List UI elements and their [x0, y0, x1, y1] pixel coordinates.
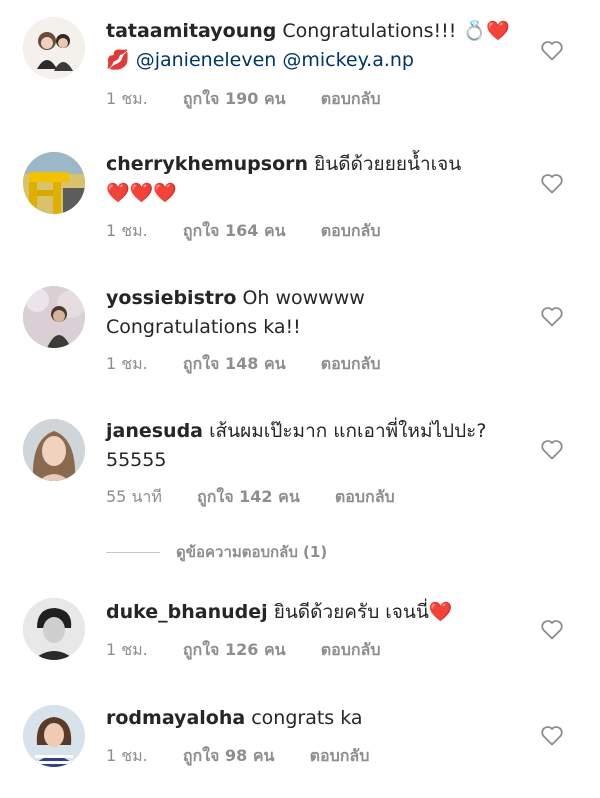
reply-button[interactable]: ตอบกลับ — [321, 89, 381, 108]
reply-button[interactable]: ตอบกลับ — [321, 221, 381, 240]
comment-text-line2: Congratulations ka!! — [106, 316, 301, 338]
comment-body: cherrykhemupsorn ยินดีด้วยยยน้ำเจน ❤️❤️❤… — [106, 150, 526, 208]
avatar[interactable] — [23, 152, 85, 214]
comment-time: 1 ชม. — [106, 89, 148, 108]
heart-outline-icon[interactable] — [540, 39, 564, 61]
comment-meta: 1 ชม. ถูกใจ 98 คน ตอบกลับ — [106, 744, 399, 769]
comment-likes[interactable]: ถูกใจ 142 คน — [197, 487, 300, 506]
comment-likes[interactable]: ถูกใจ 164 คน — [183, 221, 286, 240]
avatar[interactable] — [23, 705, 85, 767]
comment-body: duke_bhanudej ยินดีด้วยครับ เจนนี่❤️ — [106, 598, 526, 627]
heart-outline-icon[interactable] — [540, 438, 564, 460]
comment-username[interactable]: cherrykhemupsorn — [106, 153, 308, 175]
heart-outline-icon[interactable] — [540, 724, 564, 746]
comment-meta: 1 ชม. ถูกใจ 148 คน ตอบกลับ — [106, 352, 411, 377]
comment-text: ยินดีด้วยยยน้ำเจน — [314, 153, 462, 175]
comment-likes[interactable]: ถูกใจ 148 คน — [183, 354, 286, 373]
comment-meta: 1 ชม. ถูกใจ 164 คน ตอบกลับ — [106, 219, 411, 244]
comment-text: ยินดีด้วยครับ เจนนี่❤️ — [273, 601, 453, 623]
comment-meta: 55 นาที ถูกใจ 142 คน ตอบกลับ — [106, 485, 425, 510]
reply-button[interactable]: ตอบกลับ — [335, 487, 395, 506]
avatar[interactable] — [23, 419, 85, 481]
comment-likes[interactable]: ถูกใจ 98 คน — [183, 746, 275, 765]
comment-mentions[interactable]: @janieneleven @mickey.a.np — [136, 49, 414, 71]
comment-body: tataamitayoung Congratulations!!! 💍❤️ 💋 … — [106, 17, 526, 75]
heart-outline-icon[interactable] — [540, 172, 564, 194]
comment-text: Oh wowwww — [242, 287, 365, 309]
comment-username[interactable]: janesuda — [106, 420, 203, 442]
comment-text: congrats ka — [251, 707, 363, 729]
comment-meta: 1 ชม. ถูกใจ 126 คน ตอบกลับ — [106, 638, 411, 663]
reply-button[interactable]: ตอบกลับ — [321, 354, 381, 373]
view-replies-button[interactable]: ดูข้อความตอบกลับ (1) — [106, 541, 327, 563]
comment-time: 1 ชม. — [106, 221, 148, 240]
comment-text-line2: 55555 — [106, 449, 167, 471]
divider — [106, 551, 160, 553]
reply-button[interactable]: ตอบกลับ — [310, 746, 370, 765]
lips-emoji: 💋 — [106, 49, 130, 71]
comment-username[interactable]: tataamitayoung — [106, 20, 276, 42]
comment-username[interactable]: yossiebistro — [106, 287, 236, 309]
comment-body: janesuda เส้นผมเป๊ะมาก แกเอาพี่ใหม่ไปปะ?… — [106, 417, 526, 475]
hearts-emoji: ❤️❤️❤️ — [106, 182, 177, 204]
comment-username[interactable]: rodmayaloha — [106, 707, 245, 729]
comment-meta: 1 ชม. ถูกใจ 190 คน ตอบกลับ — [106, 87, 411, 112]
avatar[interactable] — [23, 17, 85, 79]
avatar[interactable] — [23, 598, 85, 660]
comment-time: 1 ชม. — [106, 640, 148, 659]
comment-body: rodmayaloha congrats ka — [106, 704, 526, 733]
comment-text: เส้นผมเป๊ะมาก แกเอาพี่ใหม่ไปปะ? — [209, 420, 487, 442]
comment-body: yossiebistro Oh wowwww Congratulations k… — [106, 284, 526, 342]
reply-button[interactable]: ตอบกลับ — [321, 640, 381, 659]
comment-likes[interactable]: ถูกใจ 190 คน — [183, 89, 286, 108]
comment-time: 1 ชม. — [106, 354, 148, 373]
avatar[interactable] — [23, 286, 85, 348]
comment-likes[interactable]: ถูกใจ 126 คน — [183, 640, 286, 659]
comment-username[interactable]: duke_bhanudej — [106, 601, 268, 623]
comment-text: Congratulations!!! 💍❤️ — [282, 20, 510, 42]
comment-time: 55 นาที — [106, 487, 162, 506]
view-replies-label: ดูข้อความตอบกลับ (1) — [176, 543, 328, 561]
heart-outline-icon[interactable] — [540, 305, 564, 327]
comment-time: 1 ชม. — [106, 746, 148, 765]
heart-outline-icon[interactable] — [540, 618, 564, 640]
